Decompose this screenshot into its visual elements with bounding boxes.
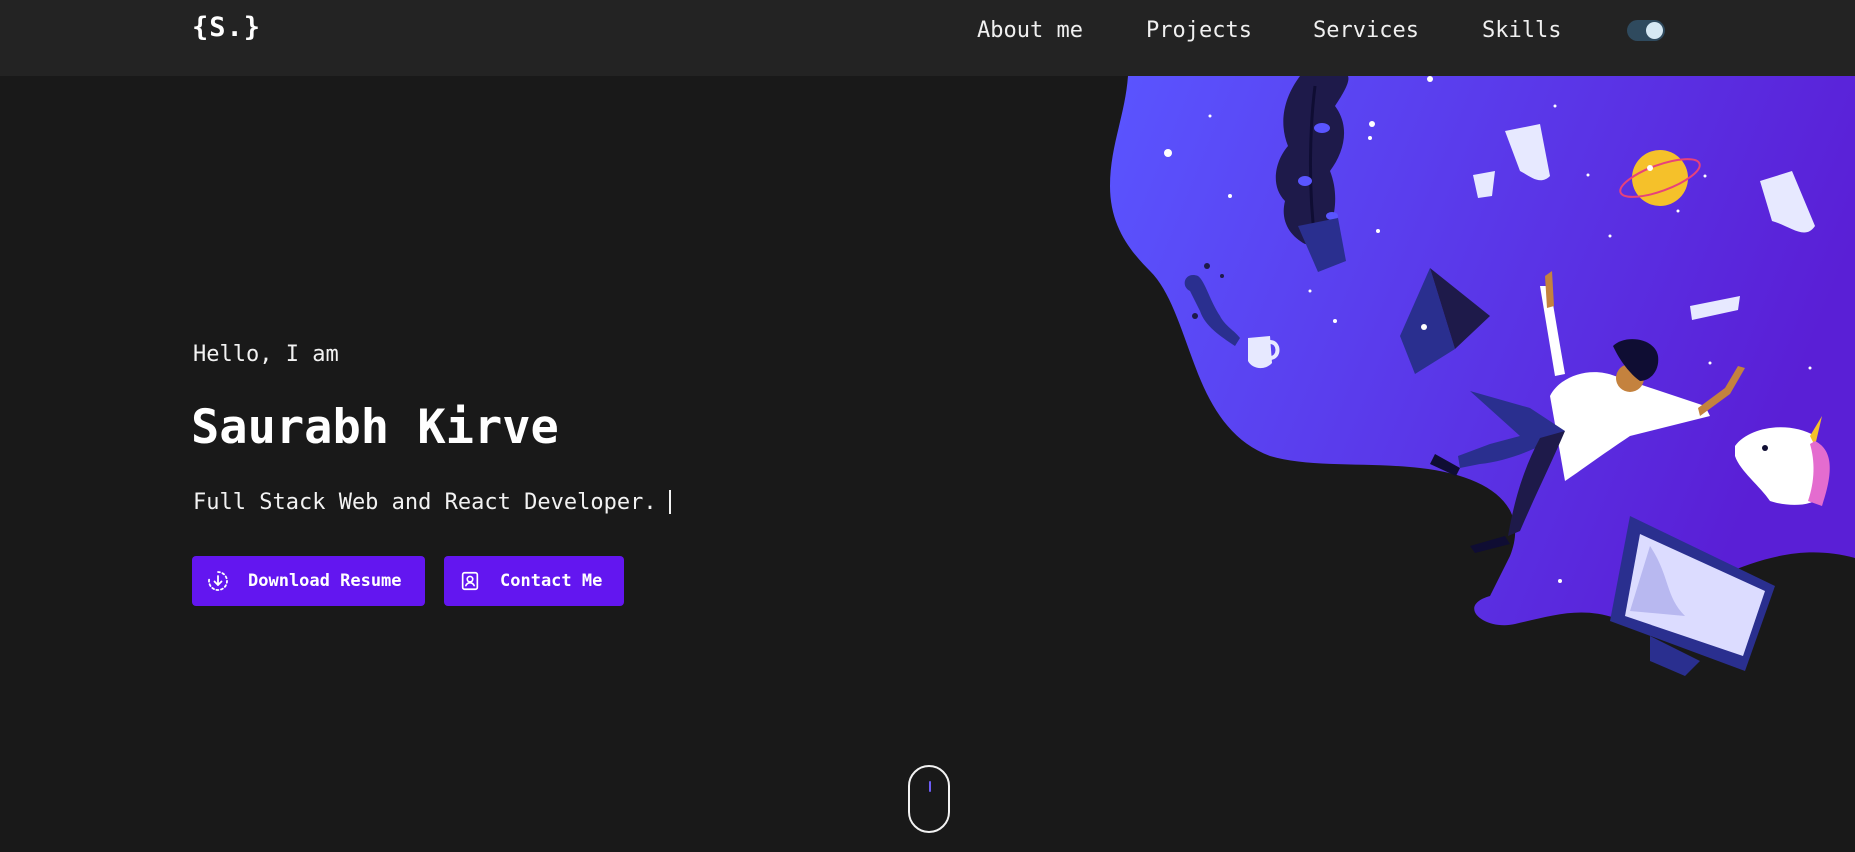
mouse-scroll-icon[interactable] <box>908 765 950 833</box>
typing-cursor <box>668 490 671 514</box>
toggle-knob <box>1646 22 1663 39</box>
download-icon <box>205 568 231 594</box>
mouse-wheel <box>929 781 931 792</box>
nav-link-about[interactable]: About me <box>977 18 1083 43</box>
hero-name: Saurabh Kirve <box>191 400 559 455</box>
navbar: {S.} About me Projects Services Skills <box>0 0 1855 76</box>
nav-link-skills[interactable]: Skills <box>1482 18 1561 43</box>
nav-link-projects[interactable]: Projects <box>1146 18 1252 43</box>
hero-tagline: Full Stack Web and React Developer. <box>193 490 657 515</box>
site-logo[interactable]: {S.} <box>192 12 261 43</box>
hero-greeting: Hello, I am <box>193 342 339 367</box>
nav-link-services[interactable]: Services <box>1313 18 1419 43</box>
hero-tagline-wrap: Full Stack Web and React Developer. <box>193 490 671 515</box>
contact-me-button[interactable]: Contact Me <box>444 556 624 606</box>
contact-card-icon <box>457 568 483 594</box>
download-resume-button[interactable]: Download Resume <box>192 556 425 606</box>
download-resume-label: Download Resume <box>248 571 402 591</box>
hero-illustration <box>1110 76 1855 676</box>
theme-toggle[interactable] <box>1627 20 1665 41</box>
contact-me-label: Contact Me <box>500 571 603 591</box>
